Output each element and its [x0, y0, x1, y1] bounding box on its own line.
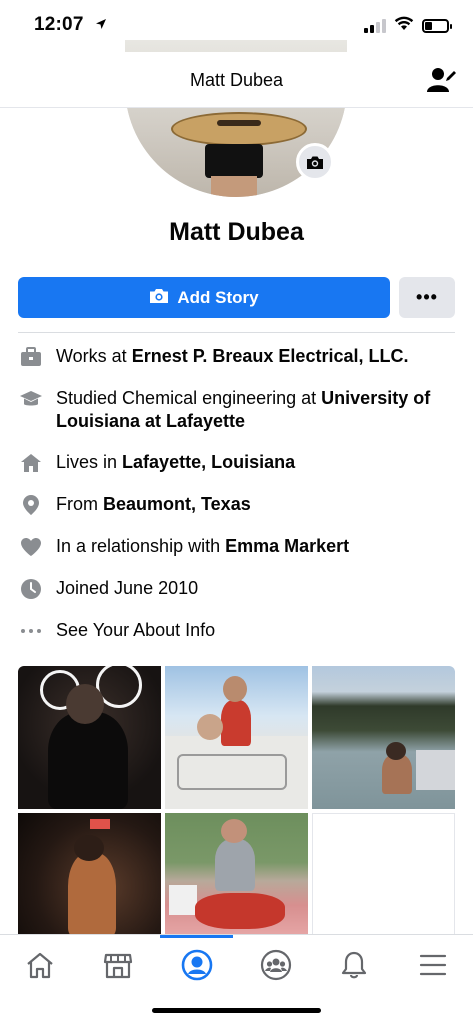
marketplace-icon[interactable] [98, 945, 138, 985]
more-options-button[interactable]: ••• [399, 277, 455, 318]
home-indicator [152, 1008, 321, 1013]
intro-work: Works at Ernest P. Breaux Electrical, LL… [18, 345, 455, 369]
photo-thumbnail[interactable] [18, 666, 161, 809]
menu-icon[interactable] [413, 945, 453, 985]
intro-lives: Lives in Lafayette, Louisiana [18, 451, 455, 475]
wifi-icon [394, 16, 414, 36]
add-story-label: Add Story [177, 287, 259, 307]
nav-header: Matt Dubea [0, 52, 473, 108]
add-story-button[interactable]: Add Story [18, 277, 390, 318]
status-time: 12:07 [34, 14, 84, 35]
cellular-signal-icon [364, 19, 386, 33]
graduation-cap-icon [18, 387, 44, 411]
home-icon[interactable] [20, 945, 60, 985]
photo-thumbnail[interactable] [18, 813, 161, 936]
profile-icon[interactable] [177, 945, 217, 985]
change-photo-camera-icon[interactable] [296, 143, 334, 181]
partner-link[interactable]: Emma Markert [225, 536, 349, 556]
photo-thumbnail-empty [312, 813, 455, 936]
intro-from: From Beaumont, Texas [18, 493, 455, 517]
heart-icon [18, 535, 44, 559]
see-about-info-link[interactable]: See Your About Info [18, 619, 455, 643]
battery-icon [422, 19, 452, 33]
photos-grid [18, 666, 455, 936]
notifications-icon[interactable] [334, 945, 374, 985]
intro-list: Works at Ernest P. Breaux Electrical, LL… [18, 345, 455, 661]
camera-icon [149, 287, 169, 309]
photo-thumbnail[interactable] [312, 666, 455, 809]
divider [18, 332, 455, 333]
hometown-link[interactable]: Beaumont, Texas [103, 494, 251, 514]
location-pin-icon [18, 493, 44, 517]
edit-profile-icon[interactable] [427, 66, 457, 94]
intro-education: Studied Chemical engineering at Universi… [18, 387, 455, 433]
intro-relationship: In a relationship with Emma Markert [18, 535, 455, 559]
ellipsis-icon [18, 619, 44, 643]
intro-joined: Joined June 2010 [18, 577, 455, 601]
active-tab-indicator [160, 935, 233, 938]
profile-name: Matt Dubea [169, 218, 304, 246]
briefcase-icon [18, 345, 44, 369]
photo-thumbnail[interactable] [165, 813, 308, 936]
current-city-link[interactable]: Lafayette, Louisiana [122, 452, 295, 472]
workplace-link[interactable]: Ernest P. Breaux Electrical, LLC. [132, 346, 409, 366]
more-dots-icon: ••• [416, 287, 438, 307]
groups-icon[interactable] [256, 945, 296, 985]
house-icon [18, 451, 44, 475]
photo-thumbnail[interactable] [165, 666, 308, 809]
location-arrow-icon [95, 18, 107, 33]
page-title: Matt Dubea [189, 70, 284, 90]
clock-icon [18, 577, 44, 601]
